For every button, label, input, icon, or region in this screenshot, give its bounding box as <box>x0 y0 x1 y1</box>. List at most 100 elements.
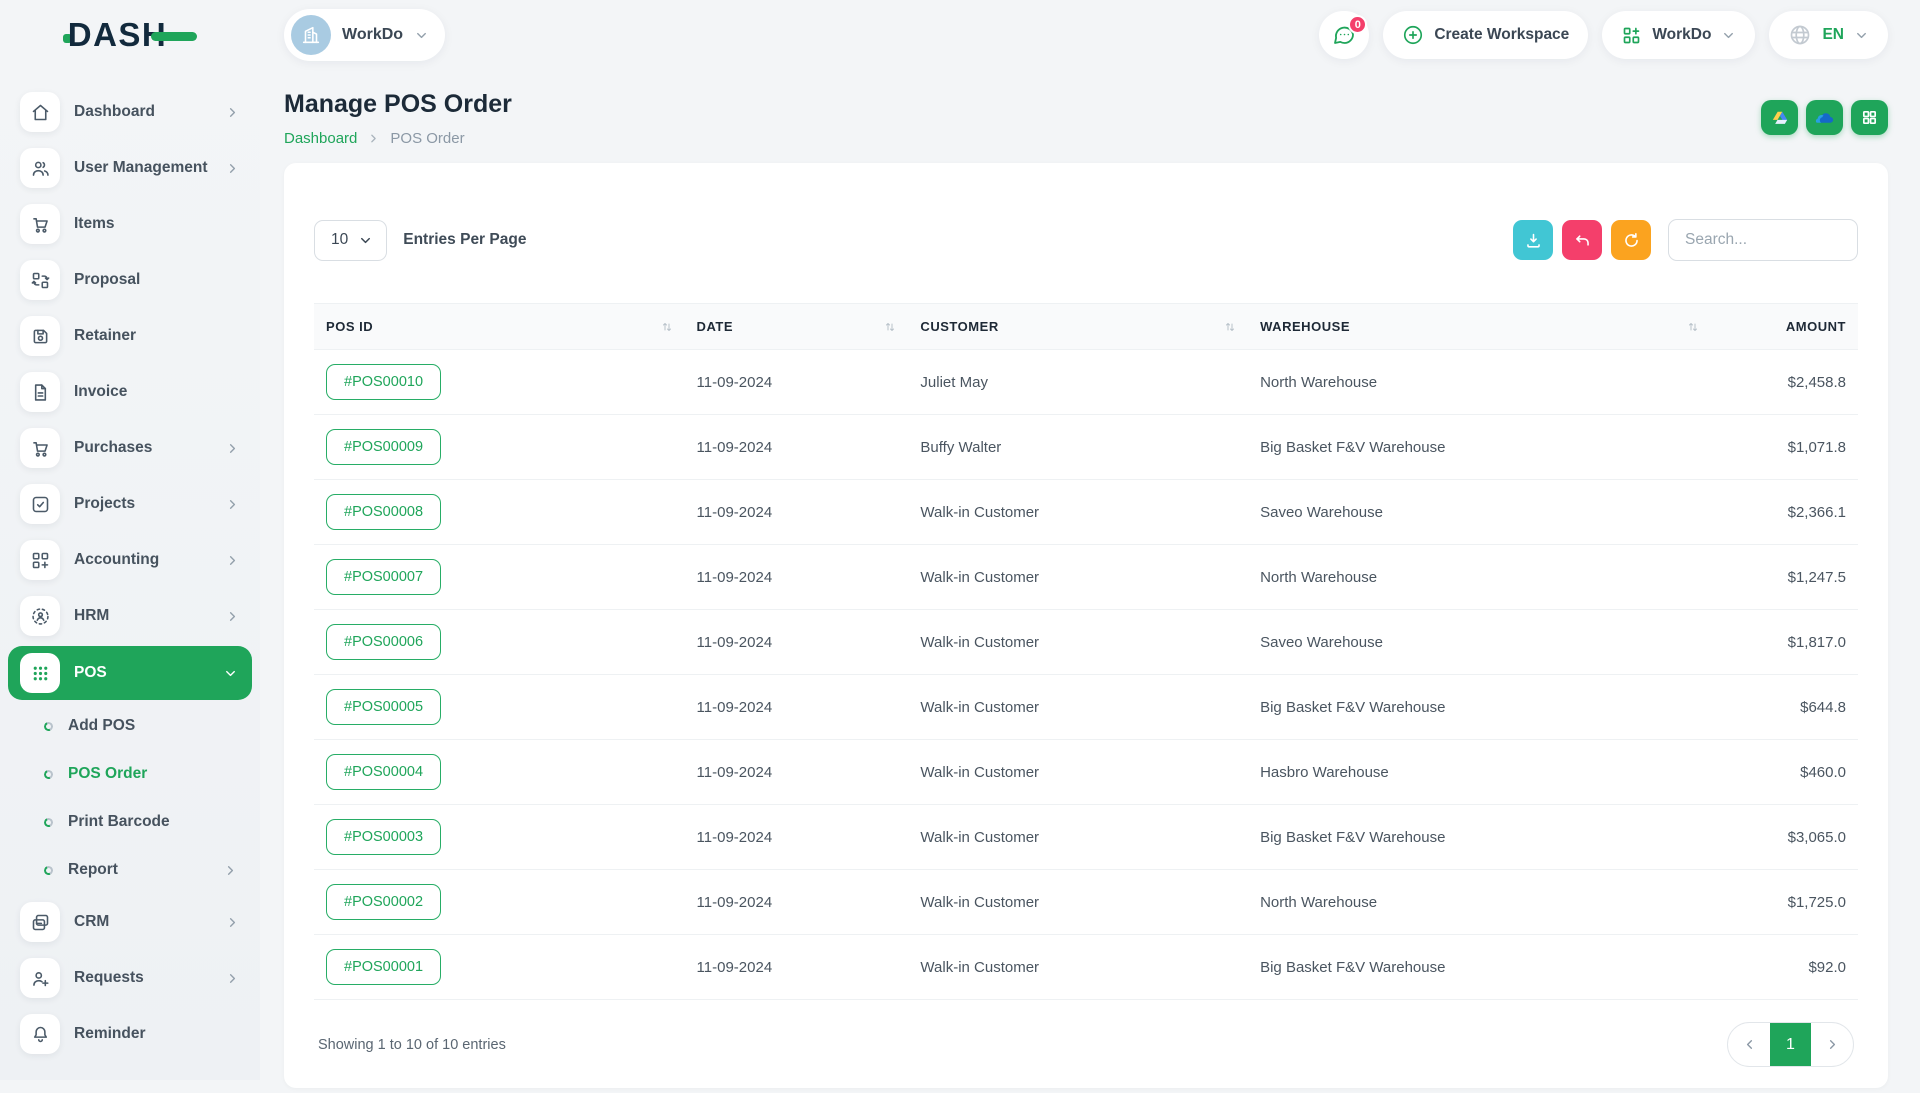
pos-id-link[interactable]: #POS00005 <box>326 689 441 725</box>
sidebar-item-label: Projects <box>74 495 225 513</box>
column-header-customer[interactable]: CUSTOMER <box>908 304 1248 350</box>
language-selector[interactable]: EN <box>1769 11 1888 59</box>
column-header-warehouse[interactable]: WAREHOUSE <box>1248 304 1711 350</box>
plus-circle-icon <box>1402 24 1424 46</box>
sidebar-item-hrm[interactable]: HRM <box>0 588 260 644</box>
sidebar-item-label: Items <box>74 215 240 233</box>
sort-icon[interactable] <box>661 321 673 333</box>
amount-cell: $460.0 <box>1711 740 1858 805</box>
sidebar-item-crm[interactable]: CRM <box>0 894 260 950</box>
onedrive-button[interactable] <box>1806 100 1843 135</box>
sidebar-item-pos[interactable]: POS <box>8 646 252 700</box>
sidebar-item-user-management[interactable]: User Management <box>0 140 260 196</box>
topbar-actions: 0 Create Workspace WorkDo EN <box>1319 11 1920 59</box>
entries-per-page-select[interactable]: 10 <box>314 220 387 261</box>
pos-id-link[interactable]: #POS00004 <box>326 754 441 790</box>
column-header-label: POS ID <box>326 319 373 334</box>
sidebar-item-dashboard[interactable]: Dashboard <box>0 84 260 140</box>
chevron-right-icon <box>367 132 380 145</box>
download-icon <box>1524 231 1543 250</box>
undo-button[interactable] <box>1562 220 1602 260</box>
customer-cell: Walk-in Customer <box>908 740 1248 805</box>
prev-page-button[interactable] <box>1728 1022 1770 1067</box>
table-header-row: POS ID DATE CUSTOMER WAREHOUSEAMOUNT <box>314 304 1858 350</box>
topbar: DASH WorkDo 0 Create Workspace Wo <box>0 0 1920 70</box>
table-row: #POS0000511-09-2024Walk-in CustomerBig B… <box>314 675 1858 740</box>
language-label: EN <box>1822 26 1844 44</box>
pos-id-link[interactable]: #POS00001 <box>326 949 441 985</box>
page-number-button[interactable]: 1 <box>1770 1022 1811 1067</box>
sidebar-item-projects[interactable]: Projects <box>0 476 260 532</box>
next-page-button[interactable] <box>1811 1022 1853 1067</box>
sidebar-item-label: Accounting <box>74 551 225 569</box>
workspace-menu-button[interactable]: WorkDo <box>1602 11 1755 59</box>
breadcrumb: Dashboard POS Order <box>284 130 512 147</box>
pos-id-link[interactable]: #POS00003 <box>326 819 441 855</box>
pos-id-cell: #POS00001 <box>314 935 685 1000</box>
sidebar-item-requests[interactable]: Requests <box>0 950 260 1006</box>
cart-icon <box>20 428 60 468</box>
date-cell: 11-09-2024 <box>685 415 909 480</box>
pos-id-cell: #POS00007 <box>314 545 685 610</box>
export-button[interactable] <box>1513 220 1553 260</box>
pos-id-cell: #POS00002 <box>314 870 685 935</box>
workspace-menu-label: WorkDo <box>1652 26 1711 44</box>
date-cell: 11-09-2024 <box>685 740 909 805</box>
floppy-icon <box>20 316 60 356</box>
chevron-down-icon <box>414 28 429 43</box>
pos-id-link[interactable]: #POS00009 <box>326 429 441 465</box>
column-header-amount[interactable]: AMOUNT <box>1711 304 1858 350</box>
sidebar-item-reminder[interactable]: Reminder <box>0 1006 260 1062</box>
messages-button[interactable]: 0 <box>1319 11 1369 59</box>
home-icon <box>20 92 60 132</box>
grid-view-button[interactable] <box>1851 100 1888 135</box>
sidebar-item-purchases[interactable]: Purchases <box>0 420 260 476</box>
create-workspace-button[interactable]: Create Workspace <box>1383 11 1588 59</box>
google-drive-button[interactable] <box>1761 100 1798 135</box>
sidebar-item-invoice[interactable]: Invoice <box>0 364 260 420</box>
column-header-date[interactable]: DATE <box>685 304 909 350</box>
sidebar-item-items[interactable]: Items <box>0 196 260 252</box>
pos-id-link[interactable]: #POS00007 <box>326 559 441 595</box>
pos-id-link[interactable]: #POS00010 <box>326 364 441 400</box>
chevron-down-icon <box>1854 28 1869 43</box>
page-title: Manage POS Order <box>284 90 512 119</box>
breadcrumb-dashboard-link[interactable]: Dashboard <box>284 130 357 147</box>
table-row: #POS00004 11-09-2024Walk-in CustomerHasbr… <box>314 740 1858 805</box>
warehouse-cell: Hasbro Warehouse <box>1248 740 1711 805</box>
sort-icon[interactable] <box>1687 321 1699 333</box>
pos-id-cell: #POS00003 <box>314 805 685 870</box>
app-logo[interactable]: DASH <box>0 16 260 54</box>
pos-id-cell: #POS00004 <box>314 740 685 805</box>
sidebar-item-label: Dashboard <box>74 103 225 121</box>
sidebar-subitem-report[interactable]: Report <box>0 846 260 894</box>
sort-icon[interactable] <box>1224 321 1236 333</box>
column-header-label: CUSTOMER <box>920 319 998 334</box>
sidebar-item-accounting[interactable]: Accounting <box>0 532 260 588</box>
sidebar-subitem-pos-order[interactable]: POS Order <box>0 750 260 798</box>
chevron-left-icon <box>1742 1037 1757 1052</box>
warehouse-cell: North Warehouse <box>1248 350 1711 415</box>
sidebar-item-proposal[interactable]: Proposal <box>0 252 260 308</box>
chevron-right-icon <box>225 161 240 176</box>
sidebar-subitem-print-barcode[interactable]: Print Barcode <box>0 798 260 846</box>
search-input[interactable] <box>1668 219 1858 261</box>
pos-id-link[interactable]: #POS00008 <box>326 494 441 530</box>
workspace-selector[interactable]: WorkDo <box>284 9 445 61</box>
check-square-icon <box>20 484 60 524</box>
sidebar-subitem-add-pos[interactable]: Add POS <box>0 702 260 750</box>
refresh-button[interactable] <box>1611 220 1651 260</box>
date-cell: 11-09-2024 <box>685 675 909 740</box>
bullet-icon <box>43 720 55 732</box>
table-row: #POS0000111-09-2024Walk-in CustomerBig B… <box>314 935 1858 1000</box>
pos-id-link[interactable]: #POS00006 <box>326 624 441 660</box>
amount-cell: $1,817.0 <box>1711 610 1858 675</box>
column-header-pos-id[interactable]: POS ID <box>314 304 685 350</box>
sort-icon[interactable] <box>884 321 896 333</box>
sidebar-item-label: Proposal <box>74 271 240 289</box>
pos-id-link[interactable]: #POS00002 <box>326 884 441 920</box>
sidebar-item-retainer[interactable]: Retainer <box>0 308 260 364</box>
chevron-right-icon <box>225 441 240 456</box>
warehouse-cell: North Warehouse <box>1248 545 1711 610</box>
messages-badge: 0 <box>1348 15 1367 34</box>
